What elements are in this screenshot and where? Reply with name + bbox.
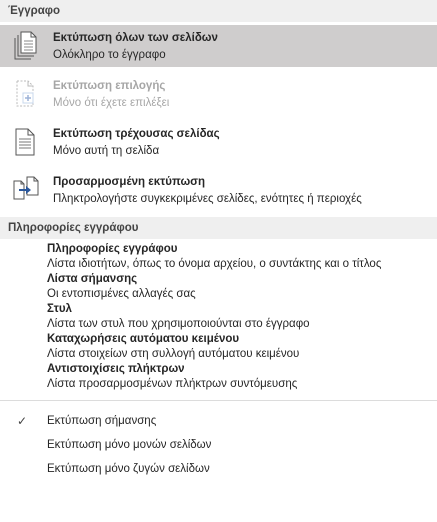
option-label: Εκτύπωση σήμανσης: [47, 415, 157, 427]
menu-item-title: Εκτύπωση όλων των σελίδων: [53, 32, 218, 44]
section-header-document: Έγγραφο: [0, 0, 437, 22]
menu-item-print-selection[interactable]: Εκτύπωση επιλογής Μόνο ότι έχετε επιλέξε…: [0, 73, 437, 115]
info-item-description: Λίστα προσαρμοσμένων πλήκτρων συντόμευση…: [47, 378, 298, 390]
section-header-document-info: Πληροφορίες εγγράφου: [0, 217, 437, 239]
all-pages-icon: [12, 31, 38, 61]
menu-item-title: Προσαρμοσμένη εκτύπωση: [53, 176, 206, 188]
info-item-title: Αντιστοιχίσεις πλήκτρων: [47, 363, 185, 375]
info-item-description: Οι εντοπισμένες αλλαγές σας: [47, 288, 196, 300]
info-item-document-properties[interactable]: Πληροφορίες εγγράφου Λίστα ιδιοτήτων, όπ…: [0, 242, 437, 272]
info-item-title: Λίστα σήμανσης: [47, 273, 138, 285]
info-item-autotext-entries[interactable]: Καταχωρήσεις αυτόματου κειμένου Λίστα στ…: [0, 332, 437, 362]
menu-item-title: Εκτύπωση τρέχουσας σελίδας: [53, 128, 220, 140]
info-item-description: Λίστα ιδιοτήτων, όπως το όνομα αρχείου, …: [47, 258, 382, 270]
print-options-list: ✓ Εκτύπωση σήμανσης Εκτύπωση μόνο μονών …: [0, 401, 437, 481]
print-pages-dropdown-menu: Έγγραφο Εκτύπωση όλων των σελίδων Ολόκλη…: [0, 0, 437, 522]
info-item-title: Στυλ: [47, 303, 72, 315]
menu-item-custom-print[interactable]: Προσαρμοσμένη εκτύπωση Πληκτρολογήστε συ…: [0, 169, 437, 211]
info-item-title: Καταχωρήσεις αυτόματου κειμένου: [47, 333, 240, 345]
document-info-list: Πληροφορίες εγγράφου Λίστα ιδιοτήτων, όπ…: [0, 239, 437, 396]
menu-item-print-current-page[interactable]: Εκτύπωση τρέχουσας σελίδας Μόνο αυτή τη …: [0, 121, 437, 163]
option-print-even-pages-only[interactable]: Εκτύπωση μόνο ζυγών σελίδων: [0, 457, 437, 481]
info-item-key-assignments[interactable]: Αντιστοιχίσεις πλήκτρων Λίστα προσαρμοσμ…: [0, 362, 437, 392]
info-item-description: Λίστα στοιχείων στη συλλογή αυτόματου κε…: [47, 348, 300, 360]
menu-item-description: Μόνο ότι έχετε επιλέξει: [53, 97, 170, 109]
custom-print-icon: [12, 175, 39, 205]
option-label: Εκτύπωση μόνο μονών σελίδων: [47, 439, 212, 451]
selection-page-icon: [12, 79, 38, 109]
checkmark-icon: ✓: [17, 414, 28, 428]
option-print-odd-pages-only[interactable]: Εκτύπωση μόνο μονών σελίδων: [0, 433, 437, 457]
menu-item-description: Ολόκληρο το έγγραφο: [53, 49, 166, 61]
info-item-description: Λίστα των στυλ που χρησιμοποιούνται στο …: [47, 318, 310, 330]
option-label: Εκτύπωση μόνο ζυγών σελίδων: [47, 463, 210, 475]
option-print-markup[interactable]: ✓ Εκτύπωση σήμανσης: [0, 409, 437, 433]
info-item-styles[interactable]: Στυλ Λίστα των στυλ που χρησιμοποιούνται…: [0, 302, 437, 332]
current-page-icon: [12, 127, 38, 157]
menu-item-print-all-pages[interactable]: Εκτύπωση όλων των σελίδων Ολόκληρο το έγ…: [0, 25, 437, 67]
info-item-markup-list[interactable]: Λίστα σήμανσης Οι εντοπισμένες αλλαγές σ…: [0, 272, 437, 302]
menu-item-description: Πληκτρολογήστε συγκεκριμένες σελίδες, εν…: [53, 193, 362, 205]
menu-item-title: Εκτύπωση επιλογής: [53, 80, 166, 92]
info-item-title: Πληροφορίες εγγράφου: [47, 243, 178, 255]
menu-item-description: Μόνο αυτή τη σελίδα: [53, 145, 160, 157]
